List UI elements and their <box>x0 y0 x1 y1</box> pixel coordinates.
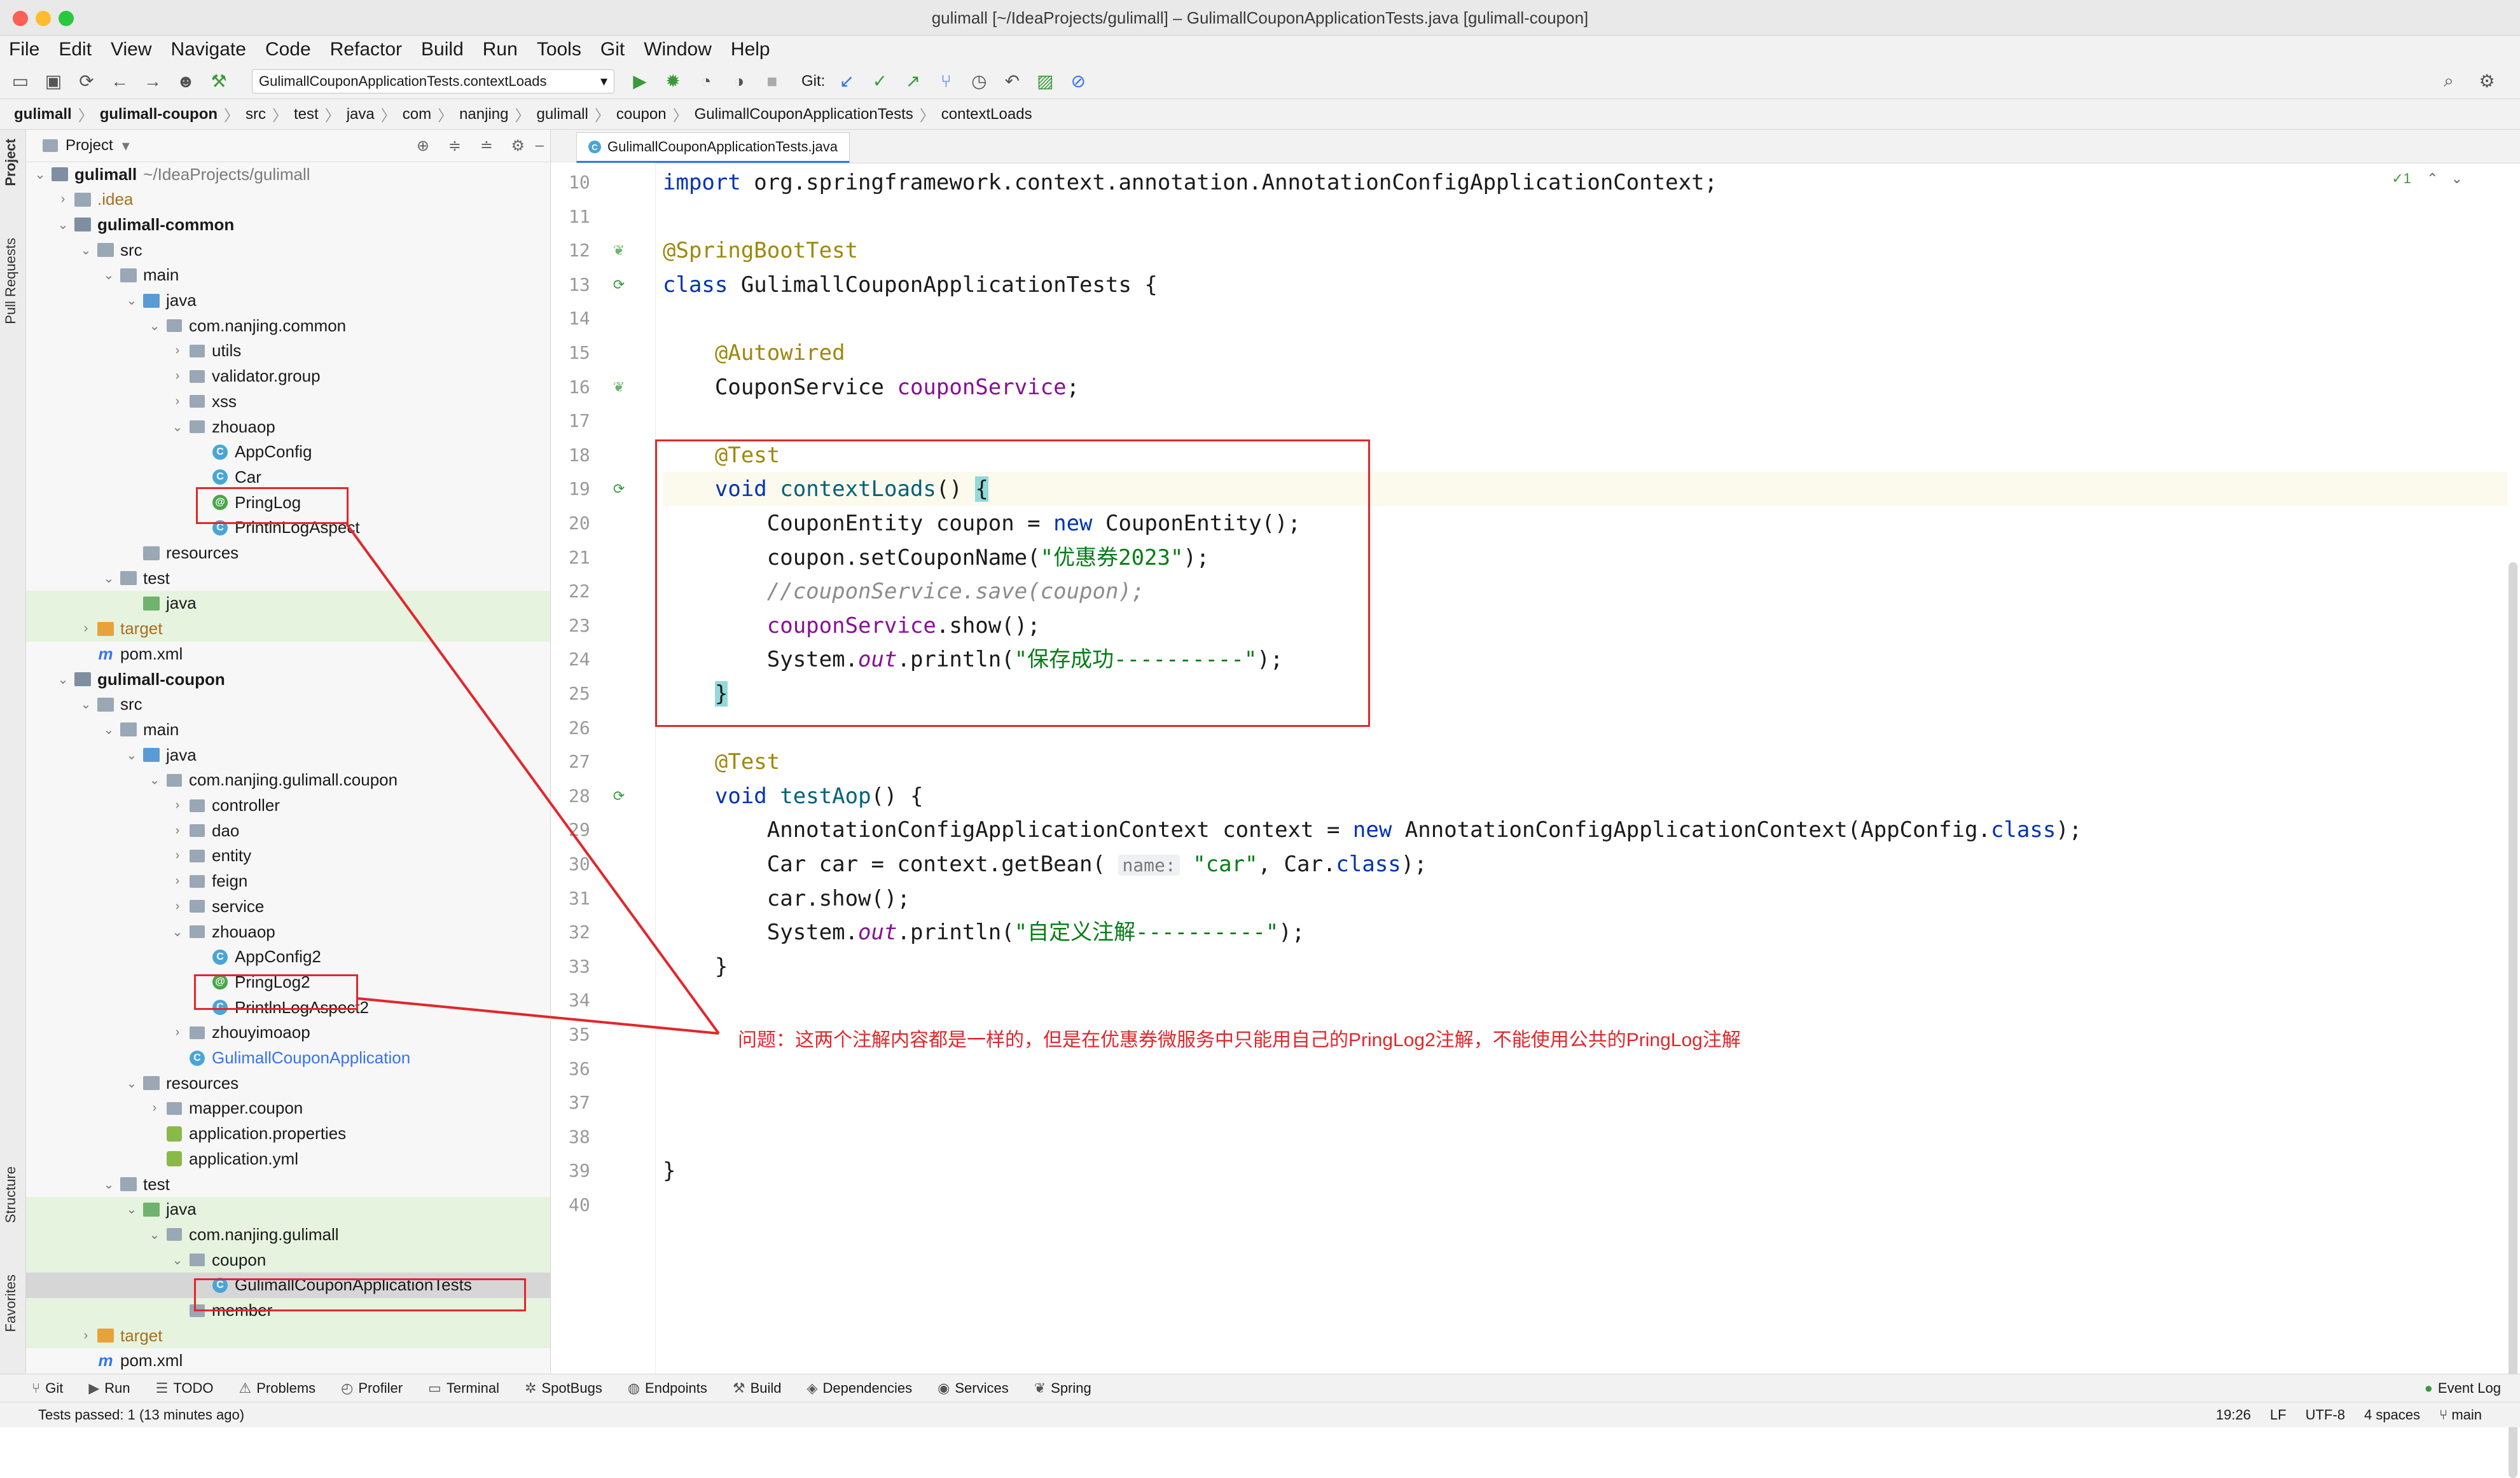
annotation-note: 问题：这两个注解内容都是一样的，但是在优惠券微服务中只能用自己的PringLog… <box>738 1030 1741 1051</box>
tool-window-label: Dependencies <box>822 1379 913 1396</box>
tool-window-label: TODO <box>173 1379 214 1396</box>
problems-icon: ⚠ <box>239 1379 252 1396</box>
tool-window-bar: ⑂ Git ▶ Run ☰ TODO ⚠ Problems ◴ Profiler ▭ Te… <box>0 1374 2520 1402</box>
branch-icon: ⑂ <box>2439 1406 2452 1423</box>
status-bar: Tests passed: 1 (13 minutes ago) 19:26 L… <box>0 1402 2520 1427</box>
terminal-icon: ▭ <box>428 1379 441 1396</box>
tool-window-dependencies[interactable]: ◈ Dependencies <box>807 1380 913 1397</box>
annotation-arrows <box>345 523 720 1035</box>
event-log-label: Event Log <box>2437 1379 2501 1396</box>
run-icon: ▶ <box>88 1379 100 1396</box>
tool-window-label: Problems <box>256 1379 316 1396</box>
tool-window-label: Build <box>750 1379 782 1396</box>
tool-window-services[interactable]: ◉ Services <box>938 1380 1009 1397</box>
tool-window-profiler[interactable]: ◴ Profiler <box>341 1380 403 1397</box>
tool-window-label: Services <box>955 1379 1009 1396</box>
services-icon: ◉ <box>938 1379 950 1396</box>
tool-window-label: Terminal <box>446 1379 499 1396</box>
tool-window-label: Run <box>104 1379 130 1396</box>
todo-icon: ☰ <box>155 1379 169 1396</box>
arrow-from-pringlog <box>345 523 720 1035</box>
git-icon: ⑂ <box>32 1379 41 1396</box>
profiler-icon: ◴ <box>341 1379 354 1396</box>
tool-window-label: Git <box>45 1379 64 1396</box>
tool-window-label: SpotBugs <box>541 1379 602 1396</box>
tool-window-spotbugs[interactable]: ✲ SpotBugs <box>525 1380 602 1397</box>
tool-window-label: Endpoints <box>645 1379 707 1396</box>
endpoints-icon: ◍ <box>627 1379 640 1396</box>
caret-position[interactable]: 19:26 <box>2216 1407 2251 1423</box>
tool-window-terminal[interactable]: ▭ Terminal <box>428 1380 499 1397</box>
spring-icon: ❦ <box>1034 1379 1046 1396</box>
tool-window-label: Spring <box>1051 1379 1091 1396</box>
tool-window-endpoints[interactable]: ◍ Endpoints <box>628 1380 707 1397</box>
file-encoding[interactable]: UTF-8 <box>2306 1407 2345 1423</box>
tool-window-spring[interactable]: ❦ Spring <box>1034 1380 1091 1397</box>
tool-window-build[interactable]: ⚒ Build <box>733 1380 782 1397</box>
git-branch[interactable]: ⑂ main <box>2439 1407 2482 1423</box>
event-log-icon: ● <box>2424 1379 2433 1396</box>
tool-window-todo[interactable]: ☰ TODO <box>156 1380 214 1397</box>
tool-window-label: Profiler <box>358 1379 403 1396</box>
build-icon: ⚒ <box>732 1379 745 1396</box>
event-log-button[interactable]: ● Event Log <box>2425 1380 2501 1397</box>
status-message: Tests passed: 1 (13 minutes ago) <box>38 1406 245 1423</box>
arrow-from-pringlog2 <box>357 997 719 1035</box>
dependencies-icon: ◈ <box>807 1379 818 1396</box>
tool-window-problems[interactable]: ⚠ Problems <box>239 1380 316 1397</box>
indent-setting[interactable]: 4 spaces <box>2364 1407 2420 1423</box>
tool-window-git[interactable]: ⑂ Git <box>32 1380 63 1397</box>
line-separator[interactable]: LF <box>2270 1407 2287 1423</box>
tool-window-run[interactable]: ▶ Run <box>88 1380 130 1397</box>
spotbugs-icon: ✲ <box>524 1379 537 1396</box>
